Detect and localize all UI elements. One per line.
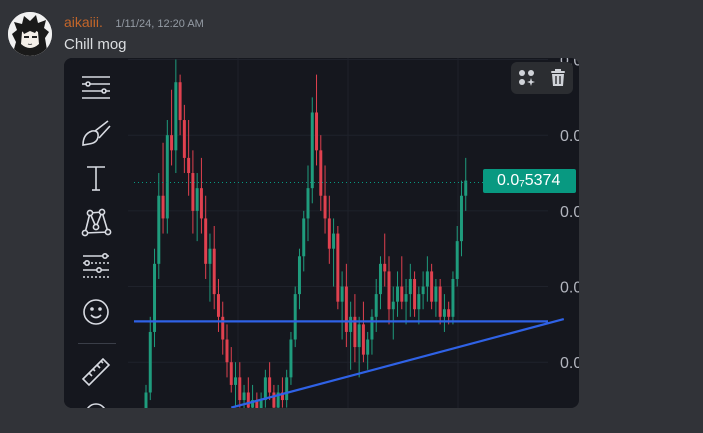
candle-body — [229, 362, 233, 385]
candle-body — [413, 278, 417, 310]
chat-message: aikaiii. 1/11/24, 12:20 AM Chill mog 0.0… — [0, 0, 703, 433]
current-price-tag: 0.0₇5374 — [483, 169, 576, 193]
avatar-image — [8, 12, 52, 56]
candle-body — [319, 150, 323, 196]
candle-body — [357, 324, 361, 348]
y-axis-tick-label: 0.0₇5000 — [560, 204, 579, 221]
candle-body — [191, 173, 195, 211]
candle-body — [408, 278, 412, 295]
candle-body — [323, 195, 327, 219]
candle-body — [178, 82, 182, 121]
candle-body — [391, 301, 395, 310]
y-axis-tick-label: 0.0₇4000 — [560, 280, 579, 297]
candle-body — [144, 392, 148, 408]
candle-body — [340, 286, 344, 302]
candle-body — [332, 233, 336, 249]
candle-body — [366, 339, 370, 355]
lines-icon — [78, 70, 114, 106]
ascending-trendline — [230, 318, 565, 408]
y-axis-tick-label: 0.0₇6000 — [560, 128, 579, 145]
candle-body — [199, 188, 203, 219]
candle-body — [285, 377, 289, 401]
candle-body — [396, 286, 400, 302]
candle-body — [302, 218, 306, 257]
emoji-icon — [78, 294, 114, 330]
timestamp: 1/11/24, 12:20 AM — [115, 18, 204, 30]
candle-body — [404, 294, 408, 302]
y-axis-tick-label: 0.0₇3000 — [560, 355, 579, 372]
candle-body — [212, 248, 216, 295]
candle-body — [187, 157, 191, 174]
candle-body — [306, 188, 310, 219]
candle-body — [425, 271, 429, 287]
candle-body — [421, 286, 425, 295]
candle-body — [221, 316, 225, 340]
candle-body — [400, 286, 404, 302]
apps-icon[interactable] — [515, 66, 539, 90]
candle-body — [417, 294, 421, 310]
candle-body — [272, 392, 276, 408]
candle-body — [165, 135, 169, 219]
candle-body — [182, 120, 186, 158]
drawing-toolbar — [64, 58, 128, 408]
candle-body — [434, 286, 438, 302]
magnet-icon — [78, 396, 114, 408]
candle-body — [195, 188, 199, 211]
candle-body — [327, 218, 331, 249]
candle-body — [238, 377, 242, 401]
candle-body — [447, 309, 451, 317]
candle-body — [387, 271, 391, 310]
candle-body — [161, 195, 165, 219]
candle-body — [246, 392, 250, 408]
image-attachment[interactable]: 0.0₇70000.0₇60000.0₇50000.0₇40000.0₇3000… — [64, 58, 579, 408]
image-actions — [511, 62, 573, 94]
candle-body — [174, 82, 178, 151]
text-icon — [78, 160, 114, 196]
candle-body — [268, 377, 272, 393]
candle-body — [344, 286, 348, 332]
candle-body — [370, 316, 374, 340]
message-header: aikaiii. 1/11/24, 12:20 AM — [64, 14, 204, 32]
candle-body — [451, 278, 455, 317]
candle-body — [349, 316, 353, 332]
candle-body — [310, 112, 314, 189]
candle-body — [459, 195, 463, 242]
username[interactable]: aikaiii. — [64, 14, 103, 30]
ruler-icon — [78, 354, 114, 390]
brush-icon — [78, 115, 114, 151]
candle-body — [293, 294, 297, 340]
candle-body — [297, 256, 301, 295]
candle-body — [455, 241, 459, 279]
chart-canvas: 0.0₇70000.0₇60000.0₇50000.0₇40000.0₇3000 — [128, 58, 579, 408]
price-chart: 0.0₇70000.0₇60000.0₇50000.0₇40000.0₇3000 — [128, 58, 579, 408]
candle-body — [336, 233, 340, 302]
candle-body — [361, 324, 365, 355]
candle-body — [442, 309, 446, 317]
forecast-icon — [78, 249, 114, 285]
candle-body — [225, 339, 229, 363]
candle-body — [208, 248, 212, 264]
candle-body — [383, 263, 387, 272]
candle-body — [216, 294, 220, 317]
candle-body — [378, 263, 382, 295]
candle-body — [289, 339, 293, 378]
candle-body — [259, 400, 263, 408]
toolbar-divider — [78, 343, 116, 344]
candle-body — [242, 392, 246, 401]
candle-body — [170, 135, 174, 151]
pattern-icon — [78, 204, 114, 240]
user-avatar[interactable] — [8, 12, 52, 56]
candle-body — [204, 218, 208, 264]
candle-body — [234, 377, 238, 385]
candle-body — [430, 271, 434, 302]
trash-icon[interactable] — [546, 66, 570, 90]
candle-body — [438, 286, 442, 317]
candle-body — [263, 377, 267, 401]
candle-body — [157, 195, 161, 264]
candle-body — [148, 331, 152, 393]
message-text: Chill mog — [64, 36, 127, 53]
candle-body — [374, 294, 378, 317]
candle-body — [315, 112, 319, 151]
